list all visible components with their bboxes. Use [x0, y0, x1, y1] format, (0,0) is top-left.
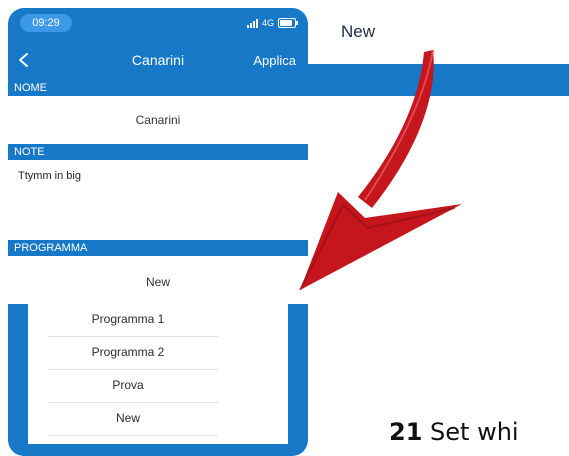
- programma-field[interactable]: New: [8, 256, 308, 304]
- status-bar: 09:29 4G: [8, 8, 308, 38]
- picker-divider: [48, 435, 218, 436]
- picker-option-programma-2[interactable]: Programma 2: [28, 337, 228, 368]
- note-section-header: NOTE: [14, 146, 45, 158]
- network-label: 4G: [261, 18, 274, 28]
- picker-option-programma-1[interactable]: Programma 1: [28, 304, 228, 335]
- note-field[interactable]: Ttymm in big: [8, 160, 308, 240]
- nome-field[interactable]: Canarini: [8, 96, 308, 144]
- zoomed-header-bar: [308, 64, 569, 96]
- status-time: 09:29: [20, 14, 72, 32]
- programma-picker: Programma 1 Programma 2 Prova New: [28, 304, 288, 444]
- nome-section-header: NOME: [14, 82, 47, 94]
- step-text: Set whi: [430, 418, 519, 446]
- step-caption: 21 Set whi: [389, 418, 519, 446]
- battery-icon: [278, 18, 298, 28]
- apply-button[interactable]: Applica: [253, 53, 296, 68]
- picker-option-new[interactable]: New: [28, 403, 228, 434]
- picker-option-prova[interactable]: Prova: [28, 370, 228, 401]
- signal-icon: [246, 18, 258, 28]
- phone-screenshot: 09:29 4G Canarini Applica NOME Canarini …: [8, 8, 308, 456]
- step-number: 21: [389, 418, 423, 446]
- programma-section-header: PROGRAMMA: [14, 242, 88, 254]
- zoomed-programma-value: New: [341, 22, 376, 41]
- status-indicators: 4G: [246, 17, 298, 29]
- nav-bar: Canarini Applica: [8, 46, 308, 74]
